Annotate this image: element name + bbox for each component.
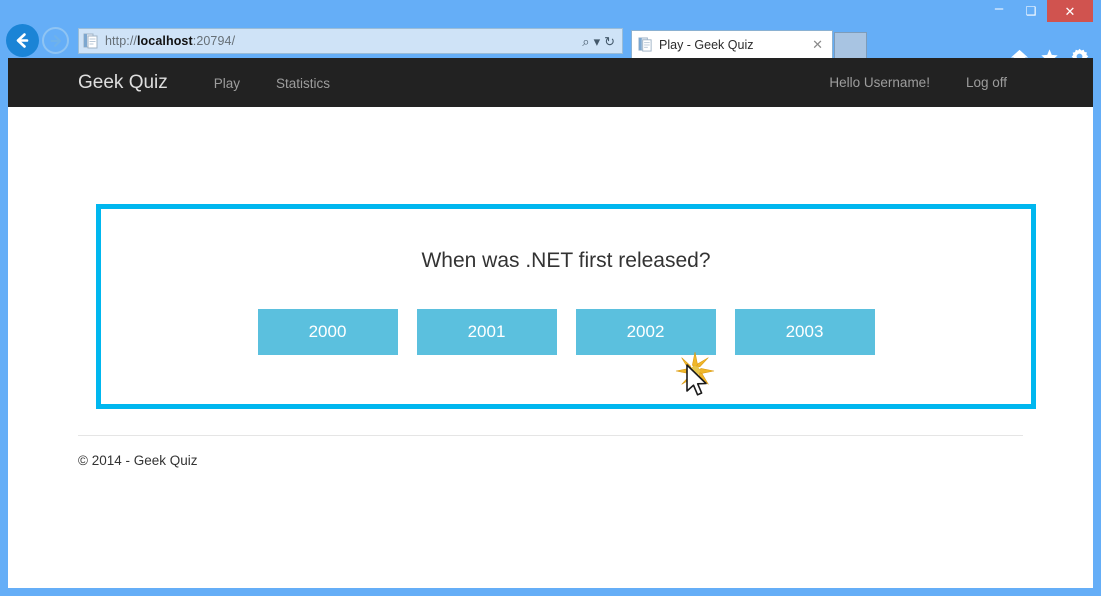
site-navbar: Geek Quiz Play Statistics Hello Username… [8,58,1093,107]
url-host: localhost [136,34,193,48]
minimize-button[interactable]: – [983,0,1015,22]
tab-play-geek-quiz[interactable]: Play - Geek Quiz ✕ [631,30,833,58]
page-viewport: Geek Quiz Play Statistics Hello Username… [8,58,1093,588]
quiz-question: When was .NET first released? [421,249,711,272]
browser-window: – ❑ ✕ http://localhost:20794/ ⌕ ▾ ↻ Play… [0,0,1101,596]
tab-title: Play - Geek Quiz [659,37,754,52]
address-bar-icons: ⌕ ▾ ↻ [582,35,618,48]
answer-button-2003[interactable]: 2003 [734,309,875,355]
url-rest: :20794/ [192,34,236,48]
nav-link-hello-username[interactable]: Hello Username! [811,75,948,90]
refresh-icon[interactable]: ↻ [604,35,615,48]
browser-nav-row: http://localhost:20794/ ⌕ ▾ ↻ Play - Gee… [0,22,1101,66]
maximize-button[interactable]: ❑ [1015,0,1047,22]
address-bar[interactable]: http://localhost:20794/ ⌕ ▾ ↻ [78,28,623,54]
quiz-answer-list: 2000 2001 2002 2003 [101,309,1031,355]
browser-title-bar: – ❑ ✕ [0,0,1101,22]
answer-button-2001[interactable]: 2001 [416,309,557,355]
nav-link-log-off[interactable]: Log off [948,75,1025,90]
search-icon[interactable]: ⌕ [582,35,589,48]
window-controls: – ❑ ✕ [983,0,1093,22]
nav-link-statistics[interactable]: Statistics [258,76,348,91]
page-favicon-address [83,33,99,49]
footer-copyright: © 2014 - Geek Quiz [78,453,198,468]
tab-strip: Play - Geek Quiz ✕ [631,26,867,58]
footer-divider [78,435,1023,436]
answer-button-2002[interactable]: 2002 [575,309,716,355]
tab-favicon [638,37,653,52]
nav-link-play[interactable]: Play [196,76,258,91]
url-scheme: http:// [105,34,137,48]
quiz-card: When was .NET first released? 2000 2001 … [96,204,1036,409]
brand-geek-quiz[interactable]: Geek Quiz [78,72,196,94]
address-url-text: http://localhost:20794/ [105,34,582,48]
new-tab-button[interactable] [834,32,867,58]
forward-arrow-icon [50,34,61,47]
navbar-left-group: Geek Quiz Play Statistics [8,72,348,94]
close-window-button[interactable]: ✕ [1047,0,1093,22]
back-button[interactable] [6,24,39,57]
chevron-down-icon[interactable]: ▾ [594,35,601,48]
page-body: When was .NET first released? 2000 2001 … [8,107,1093,588]
answer-button-2000[interactable]: 2000 [257,309,398,355]
navbar-right-group: Hello Username! Log off [811,58,1025,107]
forward-button[interactable] [42,27,69,54]
close-tab-icon[interactable]: ✕ [809,37,826,53]
back-arrow-icon [16,33,29,48]
